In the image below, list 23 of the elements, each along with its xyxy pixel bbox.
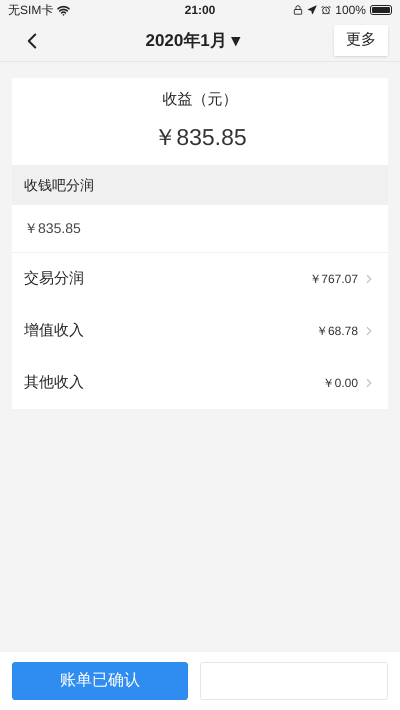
clock-text: 21:00 — [184, 2, 216, 19]
lock-icon — [293, 5, 304, 15]
carrier-text: 无SIM卡 — [8, 2, 54, 19]
income-row[interactable]: 增值收入 ￥68.78 — [12, 305, 388, 357]
income-label: 交易分润 — [24, 268, 84, 289]
battery-text: 100% — [335, 2, 366, 19]
earnings-label: 收益（元） — [162, 90, 238, 110]
alarm-icon — [321, 5, 332, 15]
income-value: ￥767.07 — [309, 271, 358, 288]
income-label: 增值收入 — [24, 320, 84, 341]
income-value: ￥68.78 — [316, 323, 358, 340]
income-row[interactable]: 其他收入 ￥0.00 — [12, 357, 388, 409]
wifi-icon — [57, 4, 70, 16]
month-selector[interactable]: 2020年1月 ▾ — [145, 28, 240, 54]
location-icon — [307, 5, 318, 15]
earnings-amount: ￥835.85 — [153, 122, 247, 152]
income-label: 其他收入 — [24, 372, 84, 393]
section-header: 收钱吧分润 — [12, 165, 388, 205]
battery-icon — [370, 5, 392, 15]
section-total: ￥835.85 — [24, 219, 81, 238]
income-value: ￥0.00 — [322, 375, 358, 392]
income-row[interactable]: 交易分润 ￥767.07 — [12, 253, 388, 305]
more-button[interactable]: 更多 — [334, 25, 388, 56]
